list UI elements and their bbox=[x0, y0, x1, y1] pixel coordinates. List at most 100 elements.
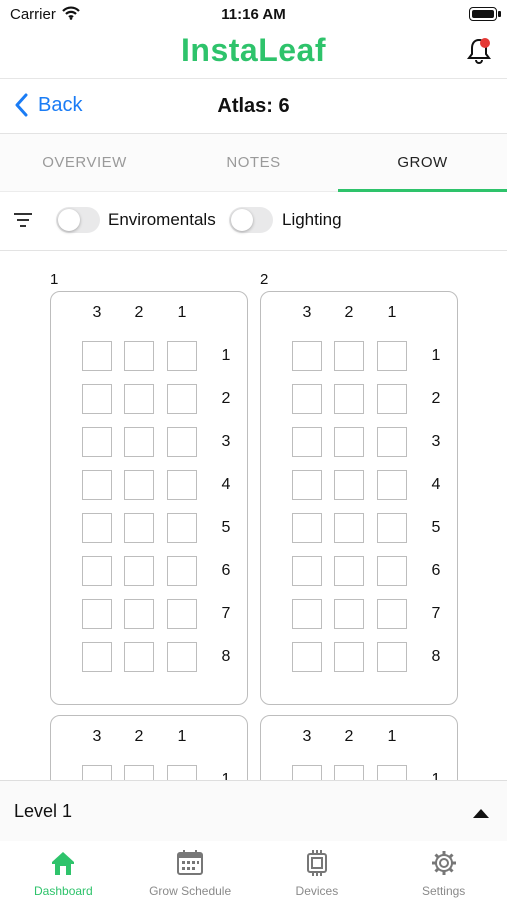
plant-slot[interactable] bbox=[167, 341, 197, 371]
battery-icon bbox=[469, 7, 501, 21]
plant-slot[interactable] bbox=[82, 599, 112, 629]
page-title: Atlas: 6 bbox=[217, 95, 290, 117]
plant-slot[interactable] bbox=[334, 341, 364, 371]
enviromentals-toggle[interactable] bbox=[56, 207, 100, 233]
plant-slot[interactable] bbox=[82, 765, 112, 780]
tabbar-dashboard[interactable]: Dashboard bbox=[0, 841, 127, 900]
tabbar-label: Dashboard bbox=[34, 884, 93, 898]
row-number: 1 bbox=[221, 347, 231, 364]
plant-slot[interactable] bbox=[292, 599, 322, 629]
column-number: 3 bbox=[92, 304, 102, 321]
plant-slot[interactable] bbox=[334, 384, 364, 414]
row-number: 7 bbox=[221, 605, 231, 622]
row-number: 2 bbox=[221, 390, 231, 407]
plant-slot[interactable] bbox=[167, 513, 197, 543]
plant-slot[interactable] bbox=[167, 427, 197, 457]
plant-slot[interactable] bbox=[334, 556, 364, 586]
row-number: 8 bbox=[431, 648, 441, 665]
plant-slot[interactable] bbox=[377, 427, 407, 457]
plant-slot[interactable] bbox=[292, 513, 322, 543]
plant-slot[interactable] bbox=[334, 470, 364, 500]
tab-notes[interactable]: NOTES bbox=[169, 134, 338, 191]
gear-icon bbox=[431, 851, 456, 875]
plant-slot[interactable] bbox=[292, 470, 322, 500]
plant-slot[interactable] bbox=[82, 384, 112, 414]
plant-slot[interactable] bbox=[377, 384, 407, 414]
brand-logo: InstaLeaf bbox=[181, 32, 326, 68]
plant-slot[interactable] bbox=[124, 765, 154, 780]
plant-slot[interactable] bbox=[377, 642, 407, 672]
plant-slot[interactable] bbox=[377, 341, 407, 371]
plant-slot[interactable] bbox=[334, 513, 364, 543]
level-label: Level 1 bbox=[14, 801, 73, 821]
plant-slot[interactable] bbox=[377, 765, 407, 780]
tabbar-label: Devices bbox=[295, 884, 339, 898]
plant-slot[interactable] bbox=[124, 599, 154, 629]
rack-label: 1 bbox=[50, 271, 59, 288]
tabbar-label: Settings bbox=[421, 884, 466, 898]
filter-icon[interactable] bbox=[13, 212, 33, 228]
plant-slot[interactable] bbox=[82, 470, 112, 500]
plant-slot[interactable] bbox=[292, 642, 322, 672]
toggle-knob bbox=[58, 209, 80, 231]
row-number: 5 bbox=[221, 519, 231, 536]
plant-slot[interactable] bbox=[292, 341, 322, 371]
plant-slot[interactable] bbox=[124, 556, 154, 586]
plant-slot[interactable] bbox=[292, 556, 322, 586]
plant-slot[interactable] bbox=[292, 765, 322, 780]
home-icon bbox=[52, 852, 75, 875]
row-number: 1 bbox=[431, 771, 441, 780]
plant-slot[interactable] bbox=[167, 470, 197, 500]
plant-slot[interactable] bbox=[82, 513, 112, 543]
column-number: 1 bbox=[387, 304, 397, 321]
filter-bar: Enviromentals Lighting bbox=[0, 192, 507, 251]
rack-panel: 3 2 1 1 2 3 4 5 6 7 8 bbox=[260, 291, 458, 705]
plant-slot[interactable] bbox=[334, 427, 364, 457]
tab-overview[interactable]: OVERVIEW bbox=[0, 134, 169, 191]
plant-slot[interactable] bbox=[124, 427, 154, 457]
lighting-toggle[interactable] bbox=[229, 207, 273, 233]
plant-slot[interactable] bbox=[82, 341, 112, 371]
column-number: 3 bbox=[302, 304, 312, 321]
level-selector[interactable]: Level 1 bbox=[0, 780, 507, 842]
plant-slot[interactable] bbox=[124, 341, 154, 371]
plant-slot[interactable] bbox=[82, 642, 112, 672]
row-number: 4 bbox=[221, 476, 231, 493]
plant-slot[interactable] bbox=[167, 384, 197, 414]
row-number: 3 bbox=[431, 433, 441, 450]
navigation-bar: Back Atlas: 6 bbox=[0, 79, 507, 134]
column-number: 2 bbox=[134, 728, 144, 745]
toggle-knob bbox=[231, 209, 253, 231]
plant-slot[interactable] bbox=[334, 642, 364, 672]
plant-slot[interactable] bbox=[334, 765, 364, 780]
caret-up-icon bbox=[473, 809, 489, 818]
notification-bell-icon[interactable] bbox=[465, 36, 493, 66]
plant-slot[interactable] bbox=[167, 556, 197, 586]
plant-slot[interactable] bbox=[334, 599, 364, 629]
plant-slot[interactable] bbox=[167, 599, 197, 629]
tabbar-devices[interactable]: Devices bbox=[254, 841, 381, 900]
rack-label: 2 bbox=[260, 271, 269, 288]
tab-grow[interactable]: GROW bbox=[338, 134, 507, 192]
plant-slot[interactable] bbox=[377, 556, 407, 586]
plant-slot[interactable] bbox=[377, 599, 407, 629]
tabbar-settings[interactable]: Settings bbox=[380, 841, 507, 900]
plant-slot[interactable] bbox=[377, 513, 407, 543]
chip-icon bbox=[306, 850, 327, 876]
row-number: 1 bbox=[221, 771, 231, 780]
plant-slot[interactable] bbox=[167, 642, 197, 672]
plant-slot[interactable] bbox=[124, 470, 154, 500]
plant-slot[interactable] bbox=[124, 384, 154, 414]
plant-slot[interactable] bbox=[124, 513, 154, 543]
plant-slot[interactable] bbox=[292, 384, 322, 414]
grow-grid[interactable]: 1 3 2 1 1 2 3 4 5 6 7 8 2 3 2 1 1 2 3 4 5 6 7 8 3 2 1 1 3 2 1 1 bbox=[0, 251, 507, 780]
plant-slot[interactable] bbox=[167, 765, 197, 780]
plant-slot[interactable] bbox=[82, 427, 112, 457]
plant-slot[interactable] bbox=[377, 470, 407, 500]
row-number: 6 bbox=[221, 562, 231, 579]
plant-slot[interactable] bbox=[82, 556, 112, 586]
tabbar-grow-schedule[interactable]: Grow Schedule bbox=[127, 841, 254, 900]
column-number: 3 bbox=[92, 728, 102, 745]
plant-slot[interactable] bbox=[124, 642, 154, 672]
plant-slot[interactable] bbox=[292, 427, 322, 457]
